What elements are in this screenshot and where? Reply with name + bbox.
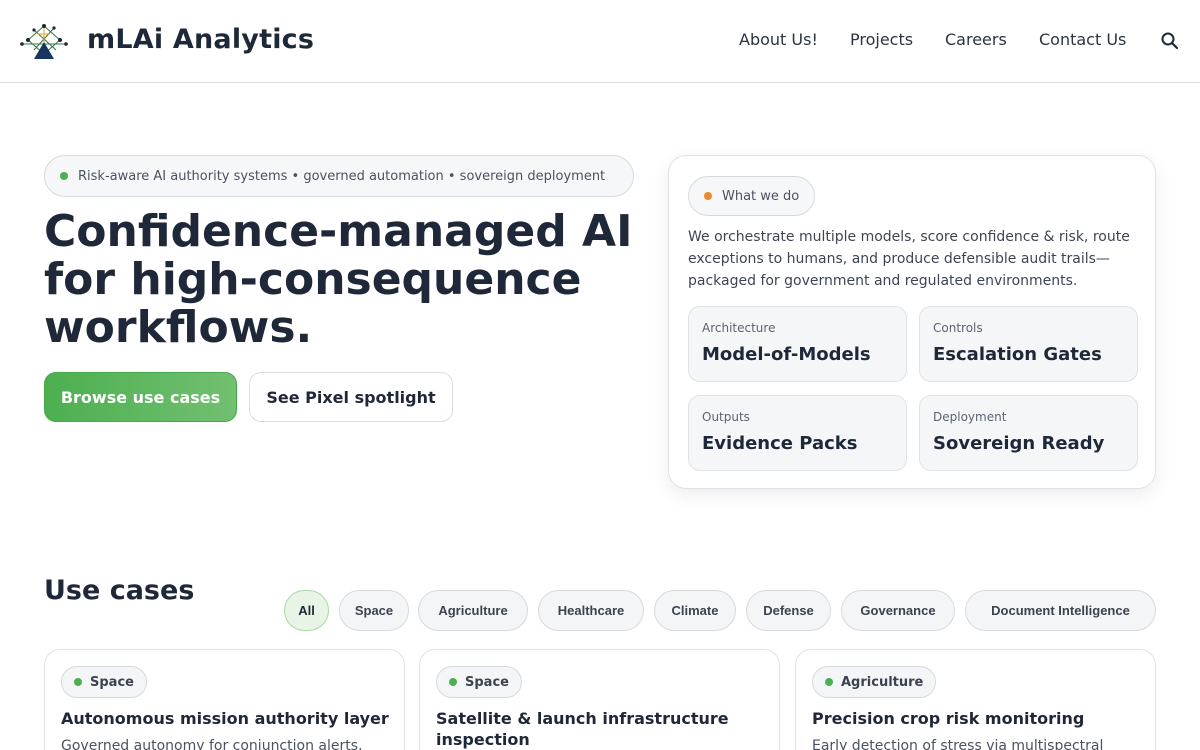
feature-tile-architecture: Architecture Model-of-Models	[688, 306, 907, 382]
filter-chip-defense[interactable]: Defense	[746, 590, 831, 631]
brand-logo-icon[interactable]	[20, 20, 70, 62]
feature-tile-kicker: Architecture	[702, 321, 776, 335]
hero-title: Confidence-managed AI for high-consequen…	[44, 208, 654, 352]
feature-tile-value: Sovereign Ready	[933, 433, 1105, 454]
use-case-card[interactable]: Space Autonomous mission authority layer…	[44, 649, 405, 750]
filter-chip-document-intelligence[interactable]: Document Intelligence	[965, 590, 1156, 631]
category-tag-label: Space	[465, 674, 509, 690]
description-line: packaged for government and regulated en…	[688, 273, 1078, 289]
status-dot-icon	[449, 678, 457, 686]
brand-name[interactable]: mLAi Analytics	[87, 24, 314, 55]
nav-about-us[interactable]: About Us!	[739, 30, 818, 49]
browse-use-cases-button[interactable]: Browse use cases	[44, 372, 237, 422]
use-case-card[interactable]: Agriculture Precision crop risk monitori…	[795, 649, 1156, 750]
feature-tile-kicker: Outputs	[702, 410, 750, 424]
feature-tile-value: Escalation Gates	[933, 344, 1102, 365]
hero-title-line: for high-consequence	[44, 254, 582, 305]
status-dot-icon	[825, 678, 833, 686]
nav-contact-us[interactable]: Contact Us	[1039, 30, 1126, 49]
hero-title-line: Confidence-managed AI	[44, 206, 633, 257]
status-dot-icon	[60, 172, 68, 180]
what-we-do-label-pill: What we do	[688, 176, 815, 216]
search-icon[interactable]	[1159, 30, 1181, 52]
filter-chip-governance[interactable]: Governance	[841, 590, 955, 631]
status-dot-icon	[704, 192, 712, 200]
use-case-description: Early detection of stress via multispect…	[812, 738, 1104, 750]
use-case-title[interactable]: Satellite & launch infrastructure inspec…	[436, 708, 766, 750]
category-tag: Agriculture	[812, 666, 937, 698]
use-case-card[interactable]: Space Satellite & launch infrastructure …	[419, 649, 780, 750]
category-tag: Space	[61, 666, 147, 698]
filter-chip-healthcare[interactable]: Healthcare	[538, 590, 644, 631]
use-cases-heading: Use cases	[44, 575, 195, 606]
feature-tile-kicker: Deployment	[933, 410, 1007, 424]
hero-tagline-pill: Risk-aware AI authority systems • govern…	[44, 155, 634, 197]
what-we-do-card: What we do We orchestrate multiple model…	[668, 155, 1156, 489]
feature-tile-outputs: Outputs Evidence Packs	[688, 395, 907, 471]
what-we-do-description: We orchestrate multiple models, score co…	[688, 226, 1138, 292]
status-dot-icon	[74, 678, 82, 686]
use-case-title[interactable]: Autonomous mission authority layer	[61, 708, 391, 729]
site-header: mLAi Analytics About Us! Projects Career…	[0, 0, 1200, 83]
feature-tile-deployment: Deployment Sovereign Ready	[919, 395, 1138, 471]
filter-chip-agriculture[interactable]: Agriculture	[418, 590, 528, 631]
nav-careers[interactable]: Careers	[945, 30, 1007, 49]
filter-chip-climate[interactable]: Climate	[654, 590, 736, 631]
category-tag: Space	[436, 666, 522, 698]
hero-title-line: workflows.	[44, 302, 313, 353]
category-tag-label: Agriculture	[841, 674, 924, 690]
filter-chip-all[interactable]: All	[284, 590, 329, 631]
feature-tile-value: Model-of-Models	[702, 344, 871, 365]
nav-projects[interactable]: Projects	[850, 30, 913, 49]
use-case-title[interactable]: Precision crop risk monitoring	[812, 708, 1142, 729]
what-we-do-label: What we do	[722, 188, 800, 204]
use-case-description: Governed autonomy for conjunction alerts…	[61, 738, 363, 750]
category-tag-label: Space	[90, 674, 134, 690]
pixel-spotlight-button[interactable]: See Pixel spotlight	[249, 372, 453, 422]
description-line: We orchestrate multiple models, score co…	[688, 229, 1130, 245]
feature-tile-kicker: Controls	[933, 321, 983, 335]
hero-tagline: Risk-aware AI authority systems • govern…	[78, 168, 606, 184]
filter-chip-space[interactable]: Space	[339, 590, 409, 631]
description-line: exceptions to humans, and produce defens…	[688, 251, 1110, 267]
feature-tile-value: Evidence Packs	[702, 433, 858, 454]
feature-tile-controls: Controls Escalation Gates	[919, 306, 1138, 382]
